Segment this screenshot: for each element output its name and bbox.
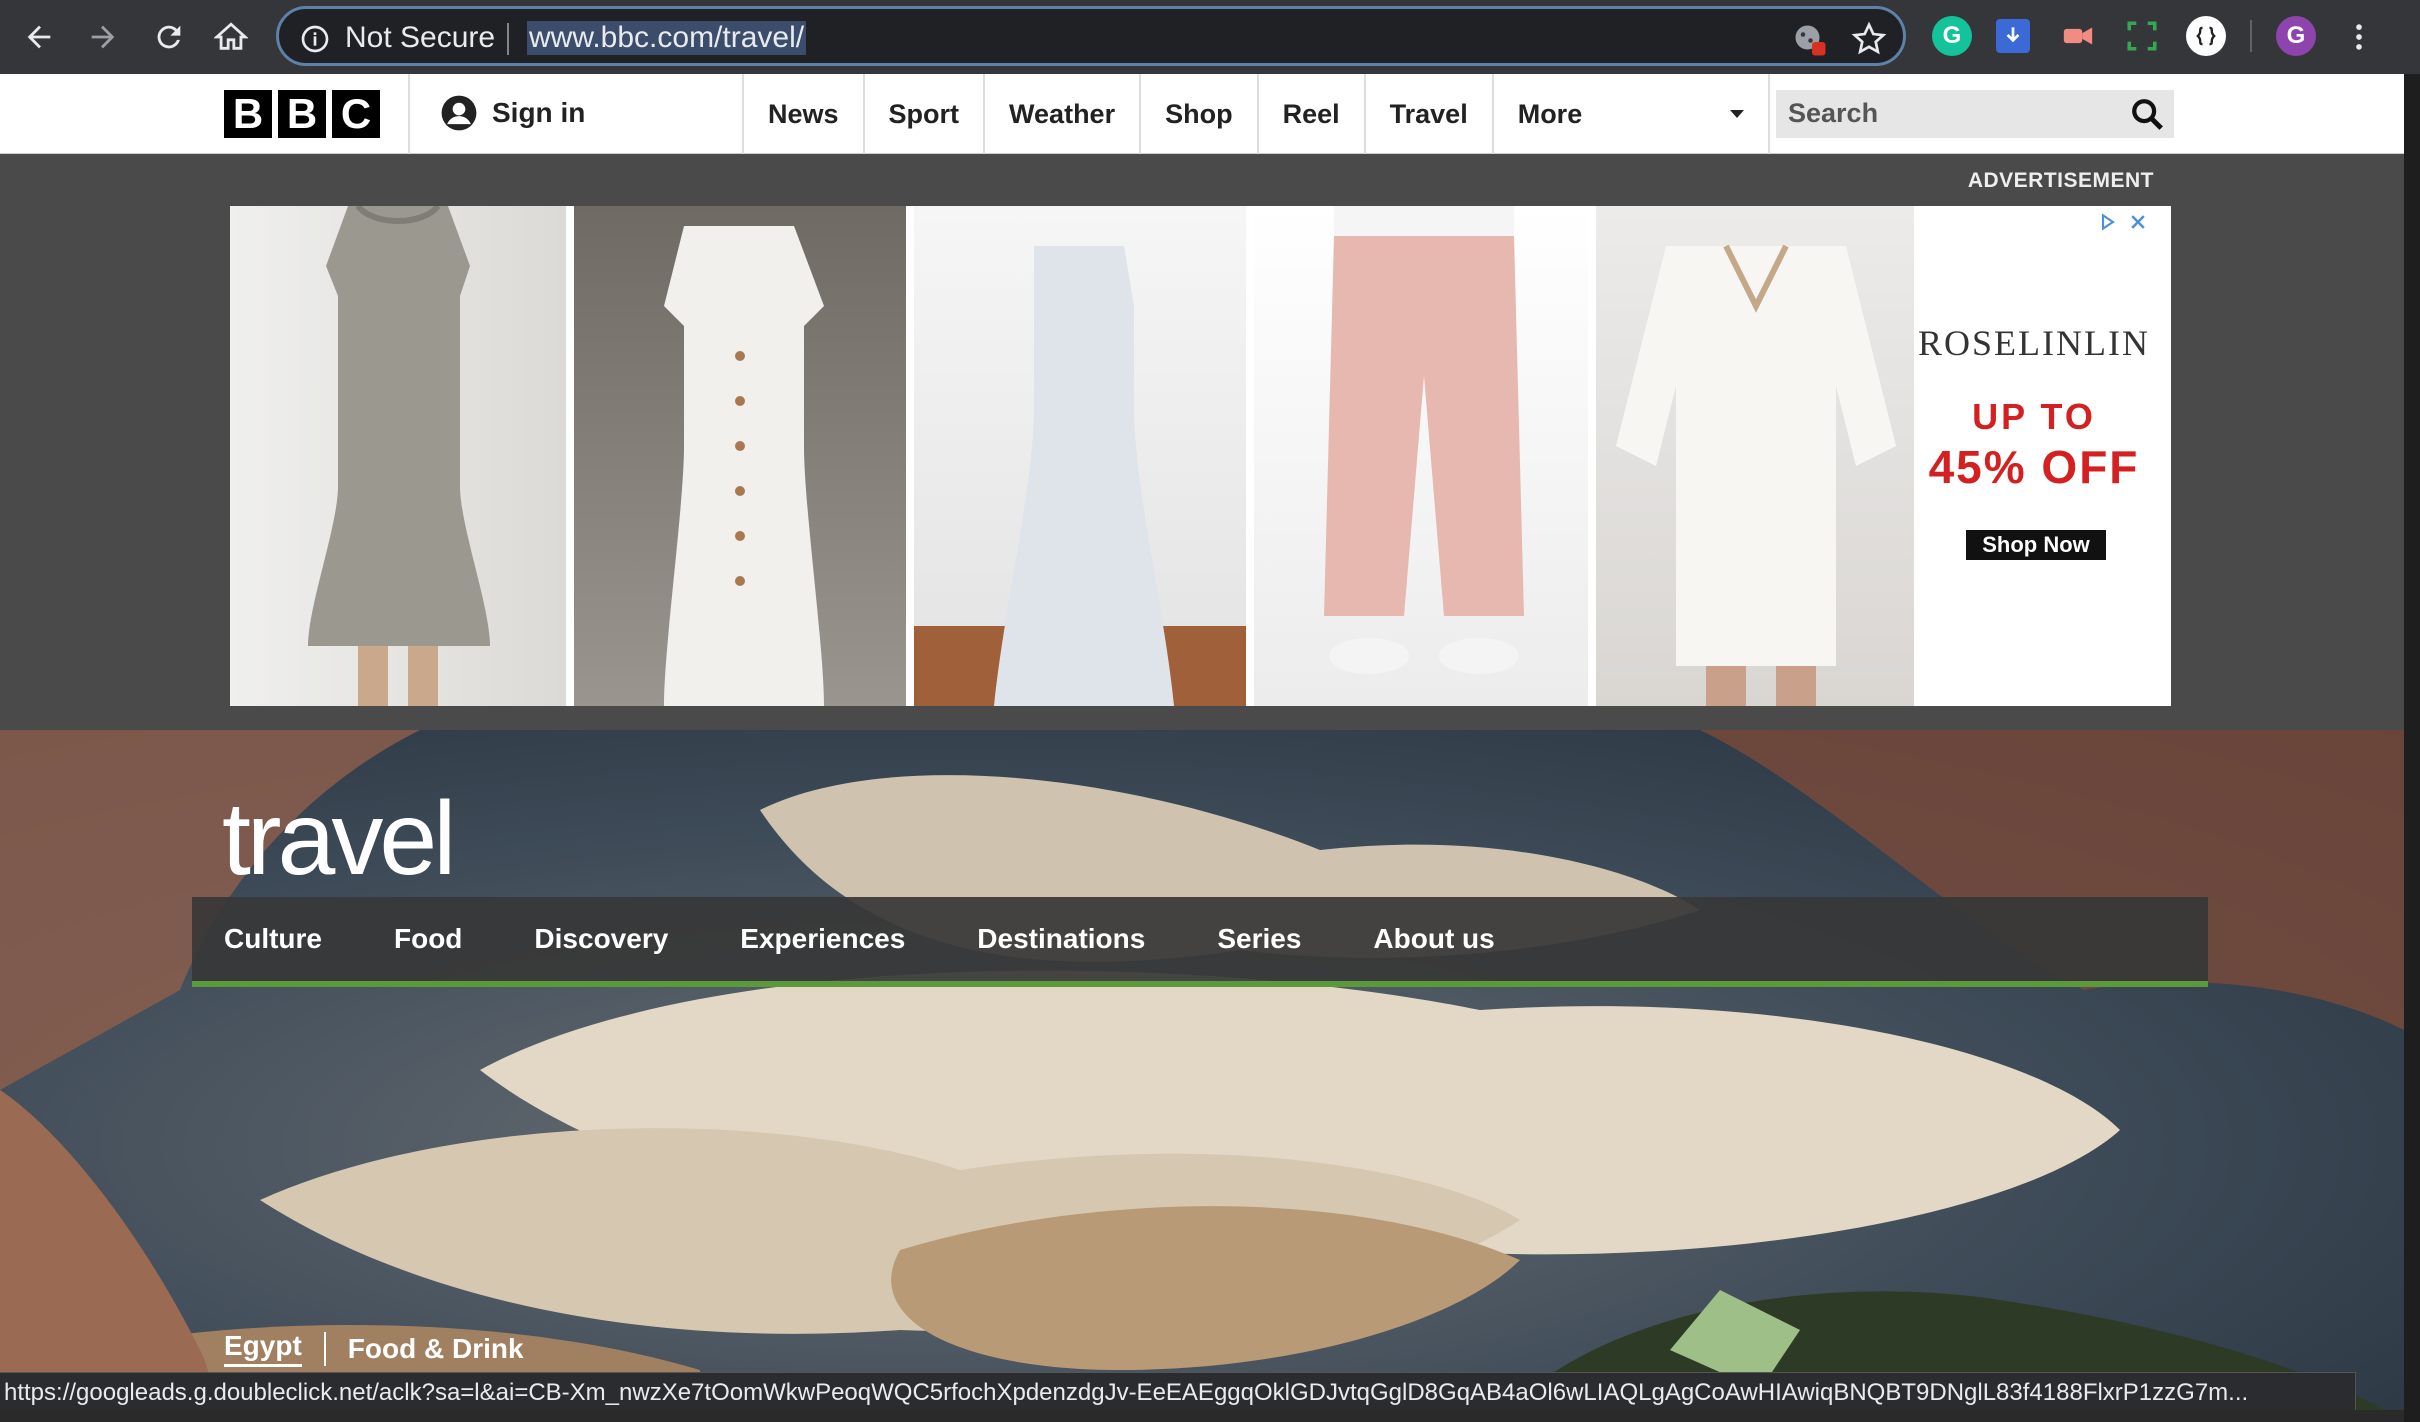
- code-extension-icon[interactable]: [2186, 16, 2226, 56]
- travel-hero: travel Culture Food Discovery Experience…: [0, 730, 2404, 1422]
- grammarly-extension-icon[interactable]: G: [1932, 16, 1972, 56]
- nav-shop[interactable]: Shop: [1139, 74, 1257, 154]
- bookmark-star-icon[interactable]: [1851, 21, 1887, 57]
- travel-nav-series[interactable]: Series: [1217, 897, 1301, 981]
- travel-nav-about-us[interactable]: About us: [1373, 897, 1494, 981]
- travel-nav-culture[interactable]: Culture: [224, 897, 322, 981]
- bbc-logo-letter: B: [278, 90, 326, 138]
- nav-news[interactable]: News: [742, 74, 863, 154]
- page-right-edge: [2404, 74, 2420, 1422]
- bbc-logo-letter: B: [224, 90, 272, 138]
- travel-nav-discovery[interactable]: Discovery: [534, 897, 668, 981]
- crop-frame-icon: [2127, 21, 2157, 51]
- close-ad-icon[interactable]: [2124, 208, 2152, 236]
- back-button[interactable]: [14, 12, 64, 62]
- screenshot-extension-icon[interactable]: [2122, 16, 2162, 56]
- ad-photo-pink-pants[interactable]: [1254, 206, 1588, 706]
- travel-nav-destinations[interactable]: Destinations: [977, 897, 1145, 981]
- user-icon: [441, 95, 477, 131]
- toolbar-divider: [2250, 20, 2252, 52]
- reload-button[interactable]: [144, 12, 194, 62]
- white-jumpsuit-image: [664, 226, 824, 706]
- travel-nav: Culture Food Discovery Experiences Desti…: [192, 897, 2208, 987]
- braces-icon: [2196, 26, 2216, 46]
- advertisement-label: ADVERTISEMENT: [1967, 169, 2154, 192]
- advertisement-area: ADVERTISEMENT ROSELINLIN UP TO 45% OFF S…: [0, 155, 2404, 730]
- travel-nav-experiences[interactable]: Experiences: [740, 897, 905, 981]
- ad-photo-white-jumpsuit[interactable]: [574, 206, 906, 706]
- forward-button[interactable]: [78, 12, 128, 62]
- link-status-bar: https://googleads.g.doubleclick.net/aclk…: [0, 1372, 2356, 1410]
- browser-menu-button[interactable]: [2334, 12, 2384, 62]
- cookie-blocked-icon[interactable]: [1791, 21, 1827, 57]
- status-url: https://googleads.g.doubleclick.net/aclk…: [4, 1379, 2249, 1406]
- adchoices-icon[interactable]: [2094, 208, 2122, 236]
- url-text[interactable]: www.bbc.com/travel/: [527, 21, 807, 55]
- security-label[interactable]: Not Secure: [345, 21, 495, 55]
- grey-dress-image: [308, 206, 490, 706]
- home-button[interactable]: [206, 12, 256, 62]
- search-icon[interactable]: [2130, 97, 2164, 131]
- ad-brand-name: ROSELINLIN: [1918, 323, 2150, 363]
- ad-photo-striped-dress[interactable]: [914, 206, 1246, 706]
- bbc-logo-letter: C: [332, 90, 380, 138]
- ad-headline: UP TO: [1972, 396, 2096, 437]
- travel-logo[interactable]: travel: [222, 780, 456, 899]
- camera-icon: [2063, 27, 2093, 45]
- download-extension-icon[interactable]: [1996, 19, 2030, 53]
- omnibox-divider: [507, 23, 509, 55]
- video-extension-icon[interactable]: [2058, 16, 2098, 56]
- sign-in-link[interactable]: Sign in: [440, 94, 585, 132]
- breadcrumb-divider: [323, 1331, 326, 1366]
- home-icon: [214, 22, 248, 50]
- striped-dress-image: [914, 246, 1246, 706]
- download-arrow-icon: [2006, 27, 2020, 43]
- back-arrow-icon: [27, 25, 51, 49]
- nav-more-dropdown[interactable]: More: [1491, 74, 1770, 154]
- browser-toolbar: Not Secure www.bbc.com/travel/ G G: [0, 0, 2420, 74]
- nav-travel[interactable]: Travel: [1363, 74, 1492, 154]
- bbc-nav: News Sport Weather Shop Reel Travel More: [742, 74, 1770, 154]
- kebab-menu-icon: [2356, 24, 2362, 50]
- info-icon[interactable]: [299, 23, 331, 55]
- profile-avatar[interactable]: G: [2276, 16, 2316, 56]
- pink-pants-image: [1324, 206, 1524, 674]
- ad-brand-panel[interactable]: ROSELINLIN UP TO 45% OFF Shop Now: [1914, 206, 2154, 706]
- header-divider: [408, 74, 410, 154]
- ad-photo-white-tunic[interactable]: [1596, 206, 1914, 706]
- ad-banner[interactable]: ROSELINLIN UP TO 45% OFF Shop Now: [230, 206, 2171, 706]
- nav-more-label: More: [1517, 98, 1583, 129]
- breadcrumb-egypt[interactable]: Egypt: [224, 1330, 302, 1367]
- page-bottom-strip: [0, 1410, 2404, 1422]
- profile-initial: G: [2286, 22, 2306, 49]
- nav-sport[interactable]: Sport: [862, 74, 984, 154]
- forward-arrow-icon: [91, 25, 115, 49]
- travel-nav-food[interactable]: Food: [394, 897, 462, 981]
- breadcrumb: Egypt Food & Drink: [224, 1330, 524, 1367]
- grammarly-initial: G: [1942, 22, 1962, 49]
- ad-offer: 45% OFF: [1928, 441, 2140, 493]
- breadcrumb-food-drink[interactable]: Food & Drink: [348, 1333, 524, 1365]
- bbc-logo[interactable]: B B C: [224, 90, 380, 138]
- nav-reel[interactable]: Reel: [1256, 74, 1364, 154]
- white-tunic-image: [1616, 244, 1896, 706]
- search-input[interactable]: Search: [1776, 90, 2174, 138]
- reload-icon: [157, 25, 181, 49]
- search-placeholder: Search: [1788, 98, 1879, 128]
- ad-choices[interactable]: [2094, 208, 2152, 236]
- caret-down-icon: [1729, 110, 1744, 118]
- nav-weather[interactable]: Weather: [983, 74, 1139, 154]
- ad-photo-grey-dress[interactable]: [230, 206, 566, 706]
- ad-shop-now-button[interactable]: Shop Now: [1966, 530, 2106, 560]
- bbc-header: B B C Sign in News Sport Weather Shop Re…: [0, 74, 2404, 154]
- sign-in-label: Sign in: [492, 97, 586, 128]
- address-bar[interactable]: Not Secure www.bbc.com/travel/: [276, 6, 1906, 66]
